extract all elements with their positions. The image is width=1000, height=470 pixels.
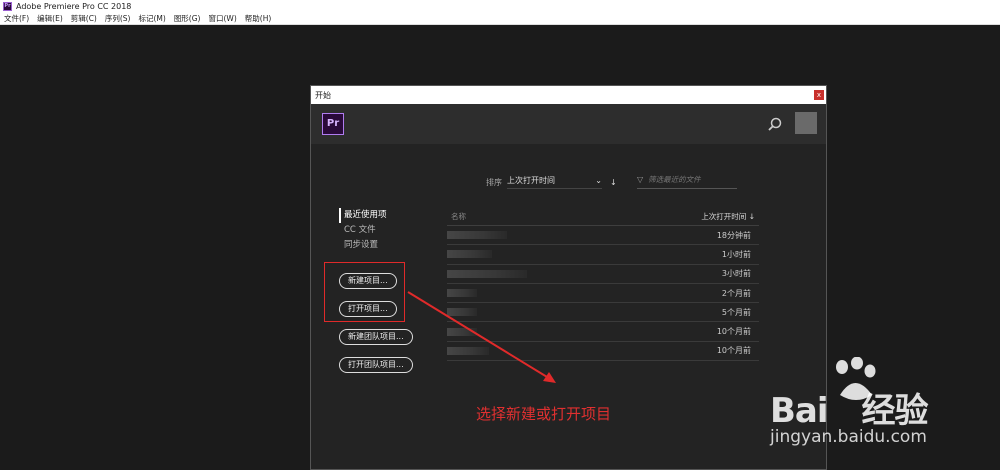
open-team-project-button[interactable]: 打开团队项目... [339,357,413,373]
sort-label: 排序 [486,177,502,187]
row-time: 3小时前 [721,269,751,279]
table-row[interactable]: 3小时前 [447,265,759,284]
blurred-project-name [447,308,477,317]
premiere-logo: Pr [322,113,344,135]
annotation-caption: 选择新建或打开项目 [476,405,612,423]
menu-window[interactable]: 窗口(W) [204,13,240,24]
column-last-opened[interactable]: 上次打开时间 ↓ [701,211,755,222]
watermark-brand: Bai 经验 [770,391,929,431]
watermark-url: jingyan.baidu.com [770,427,927,447]
funnel-icon: ▽ [637,175,644,184]
table-row[interactable]: 2个月前 [447,284,759,304]
menu-bar: 文件(F) 编辑(E) 剪辑(C) 序列(S) 标记(M) 图形(G) 窗口(W… [0,12,1000,25]
dialog-titlebar: 开始 x [311,86,826,104]
row-time: 10个月前 [716,346,751,356]
table-header: 名称 上次打开时间 ↓ [447,207,759,226]
table-row[interactable]: 10个月前 [447,322,759,342]
nav-cc-files[interactable]: CC 文件 [339,223,387,238]
menu-edit[interactable]: 编辑(E) [33,13,67,24]
menu-file[interactable]: 文件(F) [0,13,33,24]
menu-sequence[interactable]: 序列(S) [101,13,135,24]
table-row[interactable]: 5个月前 [447,303,759,323]
row-time: 2个月前 [721,288,751,298]
left-nav: 最近使用项 CC 文件 同步设置 [339,208,387,253]
user-avatar[interactable] [795,112,817,134]
menu-clip[interactable]: 剪辑(C) [67,13,101,24]
search-icon[interactable] [767,116,783,132]
sort-dropdown[interactable]: 上次打开时间 ⌄ [507,175,602,189]
row-time: 5个月前 [721,307,751,317]
menu-graphics[interactable]: 图形(G) [170,13,205,24]
blurred-project-name [447,327,477,336]
filter-placeholder: 筛选最近的文件 [648,175,701,184]
window-titlebar: Pr Adobe Premiere Pro CC 2018 [0,0,1000,12]
blurred-project-name [447,289,477,298]
sort-value: 上次打开时间 [507,176,555,185]
dialog-header: Pr [311,104,826,144]
menu-help[interactable]: 帮助(H) [241,13,276,24]
row-time: 18分钟前 [716,230,751,240]
row-time: 1小时前 [721,249,751,259]
row-time: 10个月前 [716,327,751,337]
sort-direction-icon[interactable]: ↓ [610,178,617,187]
blurred-project-name [447,250,492,259]
chevron-down-icon: ⌄ [595,176,602,185]
close-button[interactable]: x [814,90,824,100]
new-team-project-button[interactable]: 新建团队项目... [339,329,413,345]
premiere-app-icon: Pr [3,1,12,11]
filter-input[interactable]: ▽ 筛选最近的文件 [637,174,737,189]
table-row[interactable]: 1小时前 [447,245,759,265]
column-name[interactable]: 名称 [451,211,466,222]
blurred-project-name [447,231,507,240]
baidu-watermark: Bai 经验 jingyan.baidu.com [770,357,995,467]
annotation-highlight-box [324,262,405,322]
dialog-title: 开始 [315,90,331,100]
sort-row: 排序 上次打开时间 ⌄ ↓ [486,175,617,189]
sort-down-icon: ↓ [748,211,755,221]
blurred-project-name [447,346,489,355]
blurred-project-name [447,269,527,278]
table-row[interactable]: 10个月前 [447,342,759,362]
nav-recent[interactable]: 最近使用项 [339,208,387,223]
table-row[interactable]: 18分钟前 [447,226,759,246]
menu-marker[interactable]: 标记(M) [134,13,169,24]
window-title: Adobe Premiere Pro CC 2018 [16,1,132,11]
nav-sync-settings[interactable]: 同步设置 [339,238,387,253]
recent-projects-table: 名称 上次打开时间 ↓ 18分钟前 1小时前 3小时前 2个月前 5个月前 10… [447,207,759,362]
